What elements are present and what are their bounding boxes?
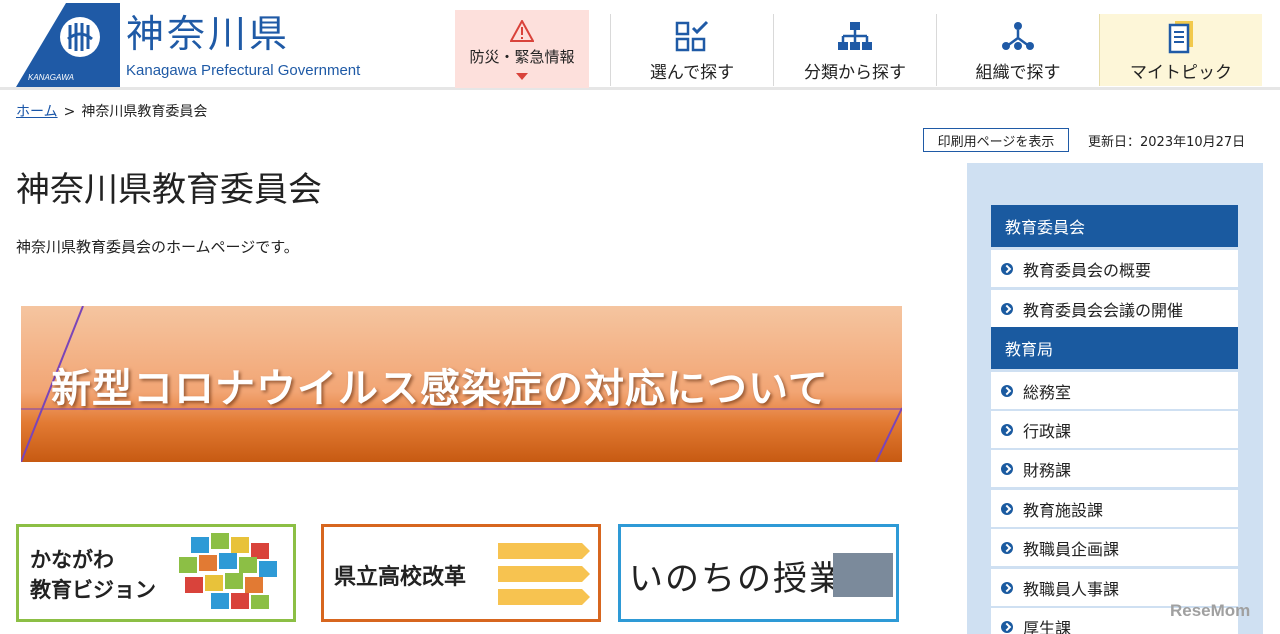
hierarchy-icon: [838, 22, 872, 50]
chevron-right-icon: [1001, 620, 1013, 633]
disaster-info-button[interactable]: 防災・緊急情報: [455, 10, 589, 88]
sidebar-item-board-overview[interactable]: 教育委員会の概要: [991, 250, 1238, 287]
chevron-right-icon: [1001, 302, 1013, 315]
stripes-decoration: [498, 543, 590, 605]
sidebar-nav: 教育委員会 教育委員会の概要 教育委員会会議の開催 教育局 総務室 行政課 財務…: [967, 163, 1263, 634]
breadcrumb-separator: >: [63, 104, 76, 120]
vision-card-line1: かながわ: [30, 548, 114, 572]
sidebar-item-facilities[interactable]: 教育施設課: [991, 490, 1238, 527]
sidebar-item-general-affairs[interactable]: 総務室: [991, 372, 1238, 409]
breadcrumb: ホーム > 神奈川県教育委員会: [16, 101, 207, 121]
puzzle-map-icon: [179, 533, 277, 609]
sidebar-item-label: 教職員人事課: [1023, 579, 1120, 599]
breadcrumb-home-link[interactable]: ホーム: [16, 104, 58, 120]
nav-mytopic[interactable]: マイトピック: [1099, 14, 1262, 86]
sidebar-item-label: 教育委員会の概要: [1023, 260, 1152, 280]
sidebar-item-label: 財務課: [1023, 460, 1072, 480]
life-card-title: いのちの授業: [629, 559, 845, 599]
reform-card-title: 県立高校改革: [334, 565, 467, 590]
document-icon: [1168, 21, 1193, 54]
sidebar-item-board-meetings[interactable]: 教育委員会会議の開催: [991, 290, 1238, 327]
logo-title-ja: 神奈川県: [126, 11, 291, 56]
sidebar-item-label: 行政課: [1023, 421, 1072, 441]
sidebar-item-label: 教職員企画課: [1023, 539, 1120, 559]
page-title: 神奈川県教育委員会: [16, 170, 322, 210]
intro-text: 神奈川県教育委員会のホームページです。: [16, 238, 299, 256]
disaster-info-label: 防災・緊急情報: [469, 48, 575, 66]
banner-title: 新型コロナウイルス感染症の対応について: [51, 366, 829, 412]
checklist-icon: [675, 20, 709, 52]
sidebar-item-finance[interactable]: 財務課: [991, 450, 1238, 487]
breadcrumb-current: 神奈川県教育委員会: [81, 104, 208, 120]
site-logo[interactable]: KANAGAWA 神奈川県 Kanagawa Prefectural Gover…: [16, 2, 396, 88]
site-header: KANAGAWA 神奈川県 Kanagawa Prefectural Gover…: [0, 0, 1280, 90]
sidebar-item-label: 総務室: [1023, 382, 1072, 402]
nav-mytopic-label: マイトピック: [1130, 63, 1232, 83]
nav-organization-label: 組織で探す: [975, 63, 1061, 83]
sidebar-item-administration[interactable]: 行政課: [991, 411, 1238, 448]
high-school-reform-card[interactable]: 県立高校改革: [321, 524, 601, 622]
covid-banner[interactable]: 新型コロナウイルス感染症の対応について: [21, 306, 902, 462]
chevron-right-icon: [1001, 462, 1013, 475]
sidebar-heading-bureau[interactable]: 教育局: [991, 327, 1238, 369]
warning-icon: [510, 20, 534, 42]
chevron-right-icon: [1001, 581, 1013, 594]
sidebar-item-label: 厚生課: [1023, 618, 1072, 634]
nav-choose-search[interactable]: 選んで探す: [610, 14, 773, 86]
nav-choose-label: 選んで探す: [649, 63, 735, 83]
print-page-button[interactable]: 印刷用ページを表示: [923, 128, 1069, 152]
chevron-right-icon: [1001, 384, 1013, 397]
chevron-right-icon: [1001, 541, 1013, 554]
chevron-right-icon: [1001, 423, 1013, 436]
nav-category-label: 分類から探す: [804, 63, 906, 83]
logo-title-en: Kanagawa Prefectural Government: [126, 61, 361, 79]
kanagawa-emblem-icon: KANAGAWA: [16, 3, 120, 87]
classroom-photo: [833, 553, 893, 597]
chevron-right-icon: [1001, 262, 1013, 275]
sidebar-heading-board[interactable]: 教育委員会: [991, 205, 1238, 247]
sidebar-item-label: 教育施設課: [1023, 500, 1104, 520]
logo-mark-text: KANAGAWA: [28, 73, 74, 82]
life-lesson-card[interactable]: いのちの授業: [618, 524, 899, 622]
caret-down-icon: [516, 73, 528, 80]
vision-card-line2: 教育ビジョン: [30, 578, 156, 602]
sidebar-item-label: 教育委員会会議の開催: [1023, 300, 1184, 320]
sidebar-item-staff-planning[interactable]: 教職員企画課: [991, 529, 1238, 566]
nav-organization-search[interactable]: 組織で探す: [936, 14, 1099, 86]
education-vision-card[interactable]: かながわ 教育ビジョン: [16, 524, 296, 622]
nav-category-search[interactable]: 分類から探す: [773, 14, 936, 86]
chevron-right-icon: [1001, 502, 1013, 515]
organization-icon: [1002, 22, 1034, 50]
updated-date: 更新日：2023年10月27日: [1088, 135, 1246, 150]
watermark: ReseMom: [1170, 601, 1251, 620]
